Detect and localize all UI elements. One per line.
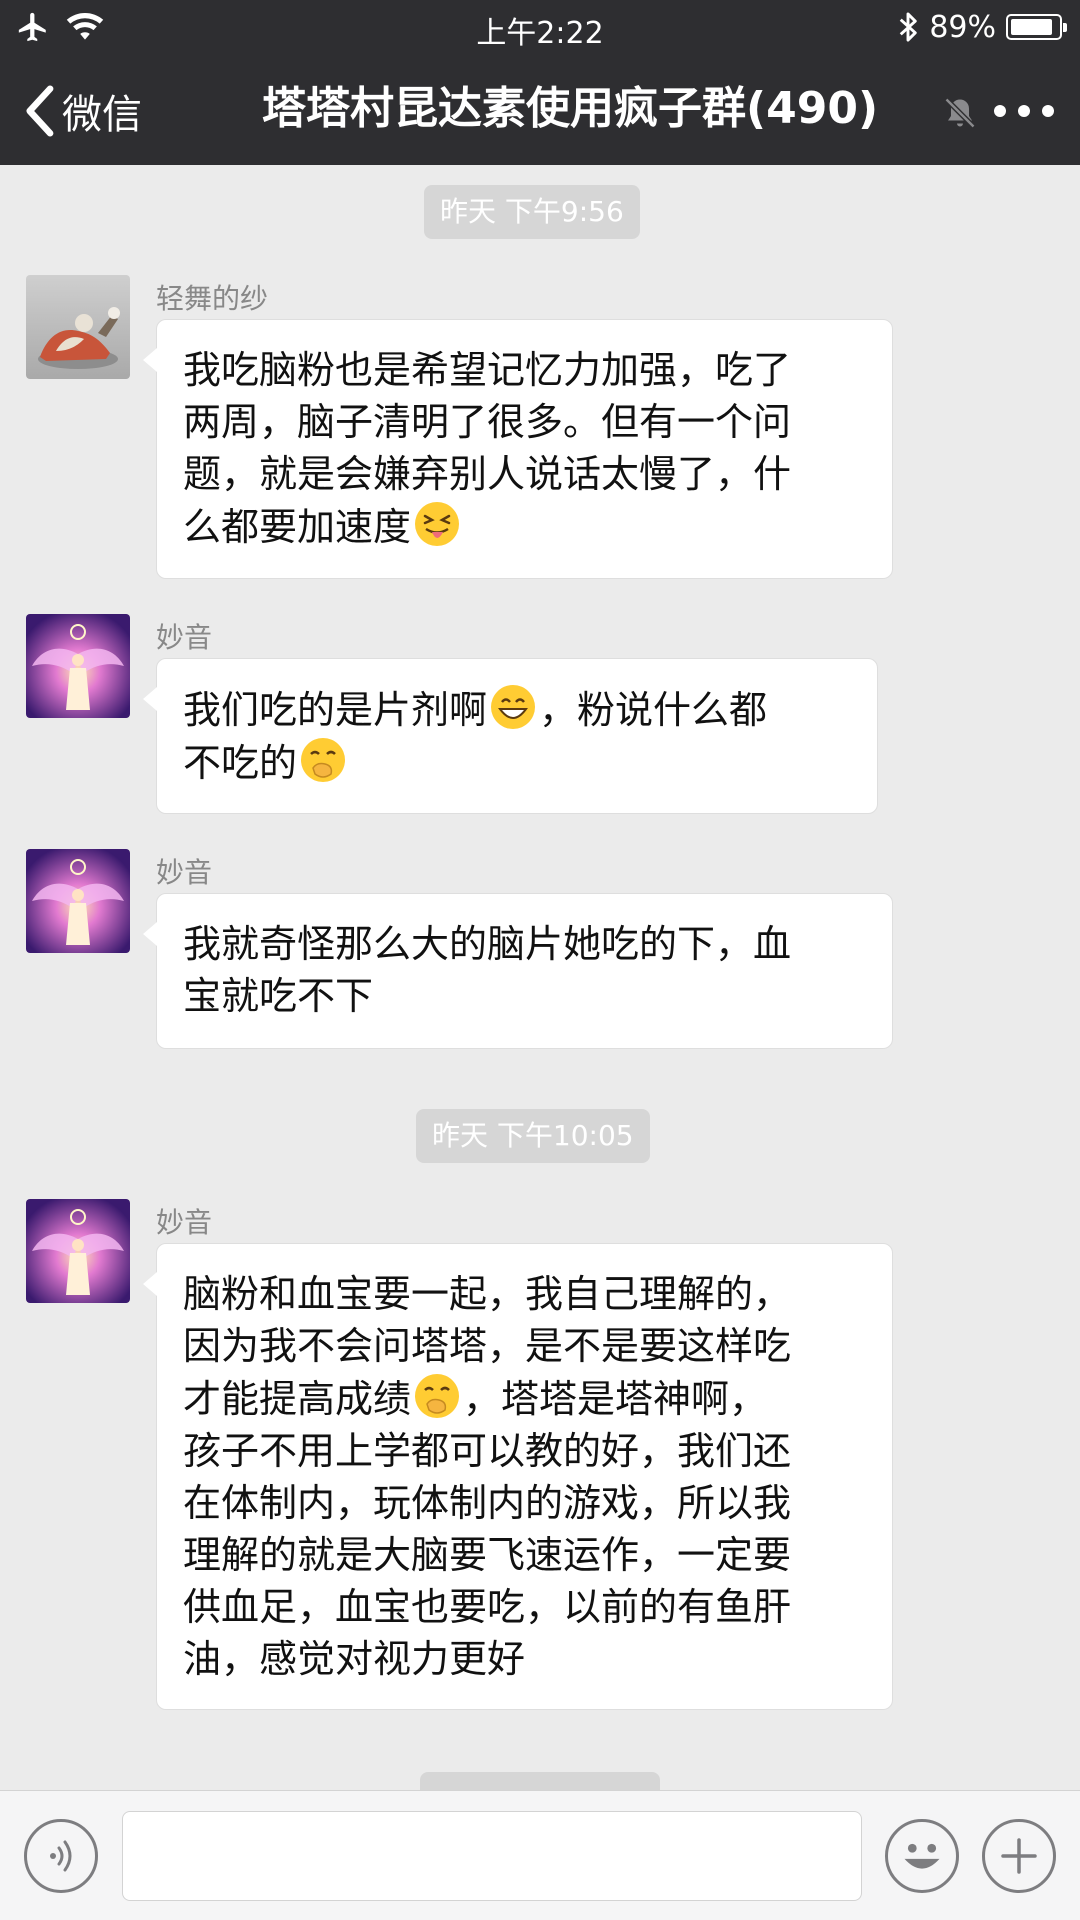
message-text: 我们吃的是片剂啊 (183, 688, 488, 732)
message-text: 才能提高成绩 (183, 1377, 412, 1421)
avatar[interactable] (26, 614, 130, 718)
timestamp-chip: 昨天 下午10:05 (416, 1109, 650, 1163)
timestamp-chip: 昨天 下午9:56 (424, 185, 640, 239)
message-line: 两周，脑子清明了很多。但有一个问 (183, 400, 792, 444)
message-line: 宝就吃不下 (183, 974, 374, 1018)
voice-icon (50, 1840, 72, 1872)
avatar[interactable] (26, 849, 130, 953)
more-dot (1018, 105, 1030, 117)
grin-emoji (491, 685, 536, 729)
message-input[interactable] (122, 1811, 862, 1901)
sender-name: 妙音 (156, 621, 213, 654)
more-actions-button[interactable] (982, 1819, 1056, 1893)
sender-name: 轻舞的纱 (156, 282, 269, 315)
message-bubble[interactable]: 我就奇怪那么大的脑片她吃的下，血 宝就吃不下 (143, 893, 893, 1049)
message-bubble[interactable]: 我吃脑粉也是希望记忆力加强，吃了 两周，脑子清明了很多。但有一个问 题，就是会嫌… (143, 319, 893, 579)
more-dot (1042, 105, 1054, 117)
voice-button[interactable] (24, 1819, 98, 1893)
wechat-group-chat-screen: 上午2:22 89% 微信 塔塔村昆达素使用疯子群(490) 昨天 下午9:56… (0, 0, 1080, 1920)
message-line: 我吃脑粉也是希望记忆力加强，吃了 (183, 348, 792, 392)
message-line: 因为我不会问塔塔，是不是要这样吃 (183, 1324, 792, 1368)
squint-tongue-emoji (415, 502, 460, 546)
mute-bell-icon (944, 97, 976, 129)
avatar[interactable] (26, 1199, 130, 1303)
chat-title: 塔塔村昆达素使用疯子群(490) (262, 83, 879, 134)
battery-icon (1006, 14, 1067, 40)
message-line: 在体制内，玩体制内的游戏，所以我 (183, 1481, 792, 1525)
message-line: 才能提高成绩 ，塔塔是塔神啊， (183, 1372, 866, 1425)
message-line: 我们吃的是片剂啊 ，粉说什么都 (183, 683, 851, 736)
chat-message-list[interactable]: 昨天 下午9:56 轻舞的纱 我吃脑粉也是希望记忆力加强，吃了 两周，脑子清明了 (0, 165, 1080, 1790)
emoji-icon (904, 1843, 940, 1869)
status-bar: 上午2:22 89% (0, 0, 1080, 55)
avatar[interactable] (26, 275, 130, 379)
message-line: 我就奇怪那么大的脑片她吃的下，血 (183, 922, 792, 966)
message-text: ，粉说什么都 (539, 688, 768, 732)
status-right-icons: 89% (897, 8, 1067, 46)
angel-avatar-image (26, 1199, 130, 1303)
input-bar (0, 1790, 1080, 1920)
battery-percent: 89% (929, 9, 996, 45)
figurine-avatar-image (26, 275, 130, 379)
hand-over-mouth-emoji (415, 1374, 460, 1418)
back-button[interactable]: 微信 (24, 83, 142, 139)
bluetooth-icon (900, 12, 918, 42)
message-text: 不吃的 (183, 741, 298, 785)
sender-name: 妙音 (156, 1206, 213, 1239)
message-bubble[interactable]: 脑粉和血宝要一起，我自己理解的， 因为我不会问塔塔，是不是要这样吃 才能提高成绩… (143, 1243, 893, 1710)
more-dot (994, 105, 1006, 117)
message-line: 么都要加速度 (183, 500, 866, 553)
message-line: 题，就是会嫌弃别人说话太慢了，什 (183, 452, 792, 496)
back-label: 微信 (62, 92, 142, 138)
sender-name: 妙音 (156, 856, 213, 889)
message-line: 供血足，血宝也要吃，以前的有鱼肝 (183, 1585, 792, 1629)
hand-over-mouth-emoji (301, 738, 346, 782)
chevron-left-icon (26, 85, 54, 137)
message-line: 孩子不用上学都可以教的好，我们还 (183, 1429, 792, 1473)
battery-level-fill (1011, 19, 1052, 35)
message-line: 不吃的 (183, 736, 851, 789)
message-text: ，塔塔是塔神啊， (463, 1377, 768, 1421)
plus-icon (1001, 1838, 1037, 1874)
message-line: 油，感觉对视力更好 (183, 1637, 526, 1681)
message-text: 么都要加速度 (183, 505, 412, 549)
more-icon[interactable] (994, 91, 1054, 131)
nav-bar: 微信 塔塔村昆达素使用疯子群(490) (0, 55, 1080, 165)
message-line: 脑粉和血宝要一起，我自己理解的， (183, 1272, 792, 1316)
angel-avatar-image (26, 614, 130, 718)
emoji-button[interactable] (885, 1819, 959, 1893)
message-line: 理解的就是大脑要飞速运作，一定要 (183, 1533, 792, 1577)
message-bubble[interactable]: 我们吃的是片剂啊 ，粉说什么都 不吃的 (143, 658, 878, 814)
angel-avatar-image (26, 849, 130, 953)
